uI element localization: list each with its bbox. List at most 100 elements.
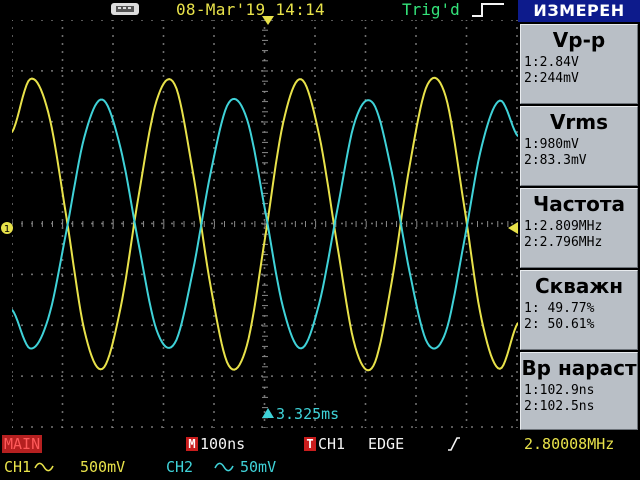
trigger-type[interactable]: EDGE (368, 435, 404, 453)
trace-ch2 (12, 97, 518, 350)
sample-point-ch2 (300, 347, 302, 349)
ch2-label[interactable]: CH2 (166, 458, 193, 476)
measurement-ch1-value: 1:102.9ns (524, 383, 595, 398)
sample-point-ch1 (174, 83, 176, 85)
sample-point-ch2 (282, 307, 284, 309)
sample-point-ch2 (174, 342, 176, 344)
sample-point-ch2 (228, 102, 230, 104)
sample-point-ch2 (390, 170, 393, 172)
sample-point-ch1 (228, 365, 230, 367)
timebase-value[interactable]: 100ns (200, 435, 245, 453)
status-header: 08-Mar'19 14:14 Trig'd (0, 0, 518, 20)
trigger-level-marker[interactable] (508, 222, 518, 234)
measurement-ch1-value: 1:2.809MHz (524, 219, 603, 234)
timebase-mode[interactable]: MAIN (2, 435, 43, 453)
sample-point-ch1 (481, 320, 483, 322)
sample-point-ch2 (246, 118, 248, 120)
measurement-vrms[interactable]: Vrms 1:980mV 2:83.3mV (520, 106, 638, 186)
measurement-ch2-value: 2:83.3mV (524, 153, 587, 168)
ch2-scale[interactable]: 50mV (240, 458, 276, 476)
sample-point-ch1 (390, 282, 393, 284)
sample-point-ch1 (156, 100, 158, 102)
timebase-status-bar: MAIN M 100ns T CH1 EDGE 2.80008MHz (0, 432, 640, 456)
sample-point-ch1 (427, 83, 429, 85)
date-time: 08-Mar'19 14:14 (176, 0, 325, 19)
waveform-display (12, 20, 518, 428)
sample-point-ch2 (101, 99, 103, 101)
trigger-marker: T (304, 437, 316, 451)
measurement-ch2-value: 2: 50.61% (524, 317, 595, 332)
usb-icon (111, 3, 139, 15)
trigger-status: Trig'd (402, 0, 460, 19)
svg-text:1: 1 (4, 224, 10, 235)
measurement-duty-cycle[interactable]: Скважн 1: 49.77% 2: 50.61% (520, 270, 638, 350)
sample-point-ch1 (119, 308, 121, 310)
horizontal-position-marker[interactable] (262, 408, 274, 420)
sample-point-ch1 (445, 95, 447, 98)
sample-point-ch1 (463, 203, 465, 205)
sample-point-ch2 (47, 318, 49, 320)
measurement-title: Vp-p (552, 28, 606, 52)
trigger-frequency: 2.80008MHz (524, 435, 615, 453)
sample-point-ch2 (65, 231, 67, 233)
sample-point-ch1 (354, 346, 356, 348)
sample-point-ch1 (83, 329, 85, 331)
sample-point-ch2 (463, 242, 465, 244)
ch1-label[interactable]: CH1 (4, 458, 31, 476)
sample-point-ch1 (282, 122, 284, 124)
rising-edge-icon (472, 3, 504, 17)
sample-point-ch2 (210, 171, 212, 173)
sample-point-ch2 (264, 209, 266, 211)
sample-point-ch1 (65, 215, 67, 217)
sample-point-ch1 (372, 365, 374, 367)
sample-point-ch2 (499, 100, 501, 102)
sample-point-ch2 (427, 342, 429, 344)
sample-point-ch2 (318, 303, 320, 305)
measurement-frequency[interactable]: Частота 1:2.809MHz 2:2.796MHz (520, 188, 638, 268)
sample-point-ch2 (372, 103, 374, 105)
measurement-ch1-value: 1:980mV (524, 137, 579, 152)
measurement-vpp[interactable]: Vp-p 1:2.84V 2:244mV (520, 24, 638, 104)
sample-point-ch1 (246, 344, 248, 346)
rising-slope-icon (448, 437, 460, 451)
horizontal-position-readout: 3.325ms (276, 405, 340, 423)
sample-point-ch2 (481, 144, 483, 147)
sample-point-ch1 (264, 237, 266, 239)
channel-ground-marker[interactable]: 1 (0, 221, 14, 235)
timebase-marker: M (186, 437, 198, 451)
sample-point-ch2 (83, 136, 85, 138)
sample-point-ch2 (29, 347, 31, 349)
sample-point-ch2 (354, 119, 356, 121)
menu-title: ИЗМЕРЕН (518, 0, 640, 22)
sample-point-ch1 (101, 368, 103, 370)
sample-point-ch1 (210, 286, 212, 288)
measurement-ch1-value: 1: 49.77% (524, 301, 595, 316)
sample-point-ch2 (119, 146, 121, 149)
sample-point-ch2 (192, 271, 194, 273)
sample-point-ch2 (156, 329, 158, 331)
sample-point-ch1 (29, 78, 31, 80)
measure-menu: ИЗМЕРЕН Vp-p 1:2.84V 2:244mV Vrms 1:980m… (518, 0, 640, 430)
sample-point-ch1 (137, 195, 140, 198)
measurement-title: Скважн (534, 274, 624, 298)
measurement-rise-time[interactable]: Вр нараст 1:102.9ns 2:102.5ns (520, 352, 638, 430)
trigger-position-marker (262, 16, 274, 25)
sample-point-ch1 (499, 368, 501, 370)
ac-coupling-icon (34, 462, 54, 472)
sample-point-ch1 (409, 165, 411, 167)
trigger-source[interactable]: CH1 (318, 435, 345, 453)
measurement-ch2-value: 2:102.5ns (524, 399, 595, 414)
sample-point-ch1 (318, 134, 320, 136)
channel-status-bar: CH1 500mV CH2 50mV (0, 456, 640, 480)
sample-point-ch2 (409, 271, 411, 273)
sample-point-ch2 (445, 331, 447, 333)
measurement-ch1-value: 1:2.84V (524, 55, 579, 70)
sample-point-ch1 (47, 111, 49, 113)
sample-point-ch1 (336, 244, 338, 246)
measurement-title: Частота (533, 192, 625, 216)
sample-point-ch1 (300, 78, 302, 80)
sample-point-ch1 (192, 170, 194, 172)
measurement-ch2-value: 2:2.796MHz (524, 235, 603, 250)
sample-point-ch2 (137, 242, 140, 244)
ch1-scale[interactable]: 500mV (80, 458, 125, 476)
